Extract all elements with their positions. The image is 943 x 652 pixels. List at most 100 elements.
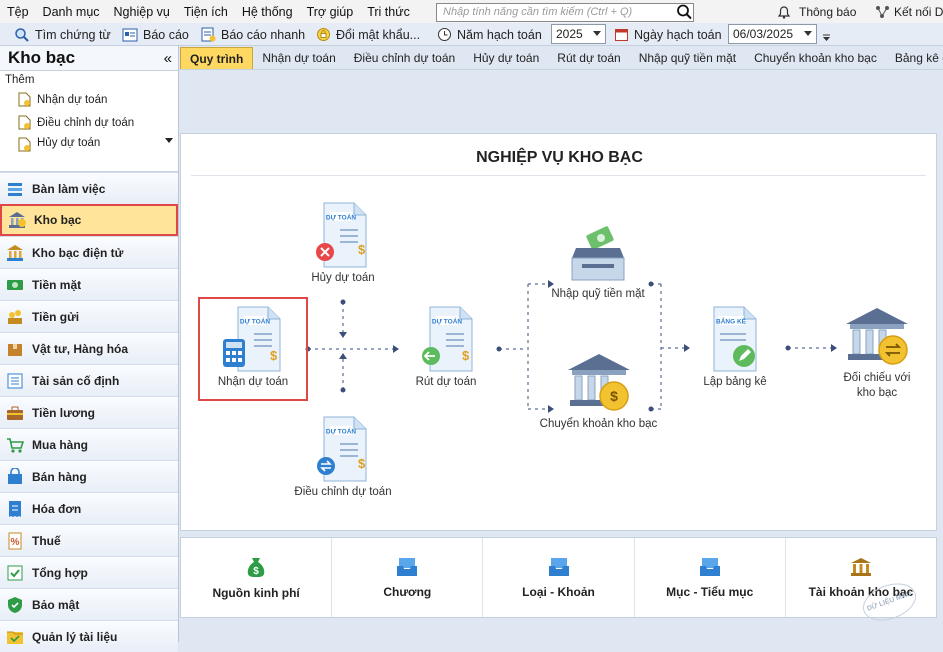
salary-icon — [7, 406, 23, 420]
sidebar-item-summary[interactable]: Tổng hợp — [0, 556, 178, 588]
search-icon[interactable] — [676, 4, 694, 20]
menu-file[interactable]: Tệp — [0, 5, 36, 19]
sidebar-item-e-treasury[interactable]: Kho bạc điện tử — [0, 236, 178, 268]
menu-catalog[interactable]: Danh mục — [36, 5, 107, 19]
sidebar-sub-item-adjust[interactable]: Điều chỉnh dự toán — [0, 111, 178, 134]
document-icon — [18, 115, 31, 130]
treasury-transfer-node[interactable]: $ Chuyển khoản kho bạc — [531, 352, 666, 432]
make-list-node[interactable]: BẢNG KÊ Lập bảng kê — [697, 306, 773, 390]
tax-icon: % — [8, 532, 22, 549]
tray-icon — [397, 557, 418, 576]
treasury-transfer-label: Chuyển khoản kho bạc — [539, 418, 658, 430]
change-password-button[interactable]: Đổi mật khẩu... — [316, 23, 420, 46]
notification-label: Thông báo — [799, 4, 857, 19]
sidebar-item-document[interactable]: Quản lý tài liệu — [0, 620, 178, 652]
estimate-badge: DỰ TOÁN — [326, 427, 356, 436]
connect-icon — [876, 5, 889, 18]
sidebar-item-treasury[interactable]: Kho bạc — [0, 204, 178, 236]
sidebar-item-deposit[interactable]: Tiền gửi — [0, 300, 178, 332]
reconcile-node[interactable]: Đối chiếu với kho bạc — [833, 306, 921, 401]
type-item-button[interactable]: Loại - Khoản — [483, 538, 635, 617]
find-voucher-button[interactable]: Tìm chứng từ — [14, 23, 111, 46]
menu-operations[interactable]: Nghiệp vụ — [107, 5, 177, 19]
tab-adjust-estimate[interactable]: Điều chỉnh dự toán — [345, 47, 464, 69]
sidebar-item-tax[interactable]: % Thuế — [0, 524, 178, 556]
search-input[interactable]: Nhập tính năng cần tìm kiếm (Ctrl + Q) — [436, 3, 694, 22]
posting-date-input[interactable]: 06/03/2025 — [728, 24, 817, 44]
sidebar-item-cart[interactable]: Mua hàng — [0, 428, 178, 460]
scroll-down-icon[interactable] — [165, 138, 173, 144]
quick-report-button[interactable]: Báo cáo nhanh — [200, 23, 305, 46]
report-button[interactable]: Báo cáo — [122, 23, 189, 46]
sidebar-item-cash[interactable]: Tiền mặt — [0, 268, 178, 300]
menu-system[interactable]: Hệ thống — [235, 5, 300, 19]
sidebar-sub-item-cancel[interactable]: Hủy dự toán — [0, 134, 178, 154]
receive-estimate-node[interactable]: DỰ TOÁN $ Nhận dự toán — [207, 306, 299, 390]
estimate-badge: DỰ TOÁN — [326, 213, 356, 222]
type-item-label: Loại - Khoản — [522, 584, 595, 599]
document-icon — [7, 631, 23, 644]
bank-icon — [850, 557, 871, 576]
chevron-down-icon — [804, 31, 812, 36]
security-icon — [8, 596, 22, 613]
sales-icon — [8, 467, 22, 484]
money-bag-icon: $ — [247, 557, 265, 577]
estimate-badge: DỰ TOÁN — [240, 317, 270, 326]
deposit-icon — [8, 309, 22, 324]
menu-knowledge[interactable]: Tri thức — [360, 5, 417, 19]
invoice-icon — [9, 500, 21, 517]
sidebar-item-fixed-asset[interactable]: Tài sản cố định — [0, 364, 178, 396]
sidebar-item-goods[interactable]: Vật tư, Hàng hóa — [0, 332, 178, 364]
tab-voucher-list[interactable]: Bảng kê chứng từ thanh — [886, 47, 943, 69]
bell-icon — [777, 5, 791, 19]
section-subsection-button[interactable]: Mục - Tiểu mục — [635, 538, 786, 617]
summary-icon — [7, 565, 23, 580]
sidebar-item-label: Bàn làm việc — [32, 181, 106, 196]
sidebar-item-security[interactable]: Bảo mật — [0, 588, 178, 620]
search-icon — [15, 27, 29, 42]
sidebar-sub-item-receive[interactable]: Nhận dự toán — [0, 88, 178, 111]
sidebar-item-desk[interactable]: Bàn làm việc — [0, 172, 178, 204]
sidebar-item-label: Hóa đơn — [32, 501, 82, 516]
report-icon — [122, 28, 138, 41]
withdraw-estimate-node[interactable]: DỰ TOÁN $ Rút dự toán — [411, 306, 481, 390]
sidebar: Kho bạc « Thêm Nhận dự toán Điều chỉnh d… — [0, 46, 179, 652]
cash-in-node[interactable]: Nhập quỹ tiền mặt — [543, 226, 653, 302]
notification-button[interactable]: Thông báo — [777, 0, 856, 23]
tab-withdraw-estimate[interactable]: Rút dự toán — [548, 47, 629, 69]
receive-estimate-icon: DỰ TOÁN $ — [223, 306, 281, 372]
sidebar-item-salary[interactable]: Tiền lương — [0, 396, 178, 428]
sidebar-item-sales[interactable]: Bán hàng — [0, 460, 178, 492]
quick-report-label: Báo cáo nhanh — [221, 27, 306, 42]
password-icon — [317, 28, 330, 41]
tab-process[interactable]: Quy trình — [180, 47, 254, 69]
sidebar-item-label: Tiền gửi — [32, 309, 80, 324]
adjust-estimate-node[interactable]: DỰ TOÁN $ Điều chỉnh dự toán — [293, 416, 393, 500]
treasury-account-button[interactable]: Tài khoản kho bạc — [786, 538, 936, 617]
tab-cash-in[interactable]: Nhập quỹ tiền mặt — [630, 47, 745, 69]
menu-help[interactable]: Trợ giúp — [300, 5, 361, 19]
withdraw-estimate-label: Rút dự toán — [415, 376, 477, 388]
menu-utilities[interactable]: Tiện ích — [177, 5, 235, 19]
adjust-estimate-icon: DỰ TOÁN $ — [317, 416, 367, 482]
collapse-sidebar-button[interactable]: « — [164, 50, 172, 67]
sidebar-title: Kho bạc — [8, 48, 76, 67]
sidebar-item-label: Mua hàng — [32, 437, 88, 452]
connect-service-button[interactable]: Kết nối DV — [875, 0, 943, 23]
chapter-label: Chương — [383, 584, 432, 599]
fiscal-year-select[interactable]: 2025 — [551, 24, 606, 44]
chapter-button[interactable]: Chương — [332, 538, 484, 617]
funding-source-button[interactable]: $ Nguồn kinh phí — [181, 538, 333, 617]
make-list-label: Lập bảng kê — [703, 376, 767, 388]
tab-receive-estimate[interactable]: Nhận dự toán — [253, 47, 344, 69]
cash-in-label: Nhập quỹ tiền mặt — [551, 288, 645, 300]
tab-cancel-estimate[interactable]: Hủy dự toán — [464, 47, 548, 69]
reconcile-label: Đối chiếu với kho bạc — [843, 372, 911, 399]
svg-text:$: $ — [358, 242, 366, 257]
toolbar-overflow-icon[interactable] — [822, 33, 831, 42]
cancel-estimate-node[interactable]: DỰ TOÁN $ Hủy dự toán — [299, 202, 387, 286]
sidebar-item-invoice[interactable]: Hóa đơn — [0, 492, 178, 524]
clock-icon — [438, 28, 451, 41]
svg-text:$: $ — [462, 348, 470, 363]
tab-treasury-transfer[interactable]: Chuyển khoản kho bạc — [745, 47, 886, 69]
